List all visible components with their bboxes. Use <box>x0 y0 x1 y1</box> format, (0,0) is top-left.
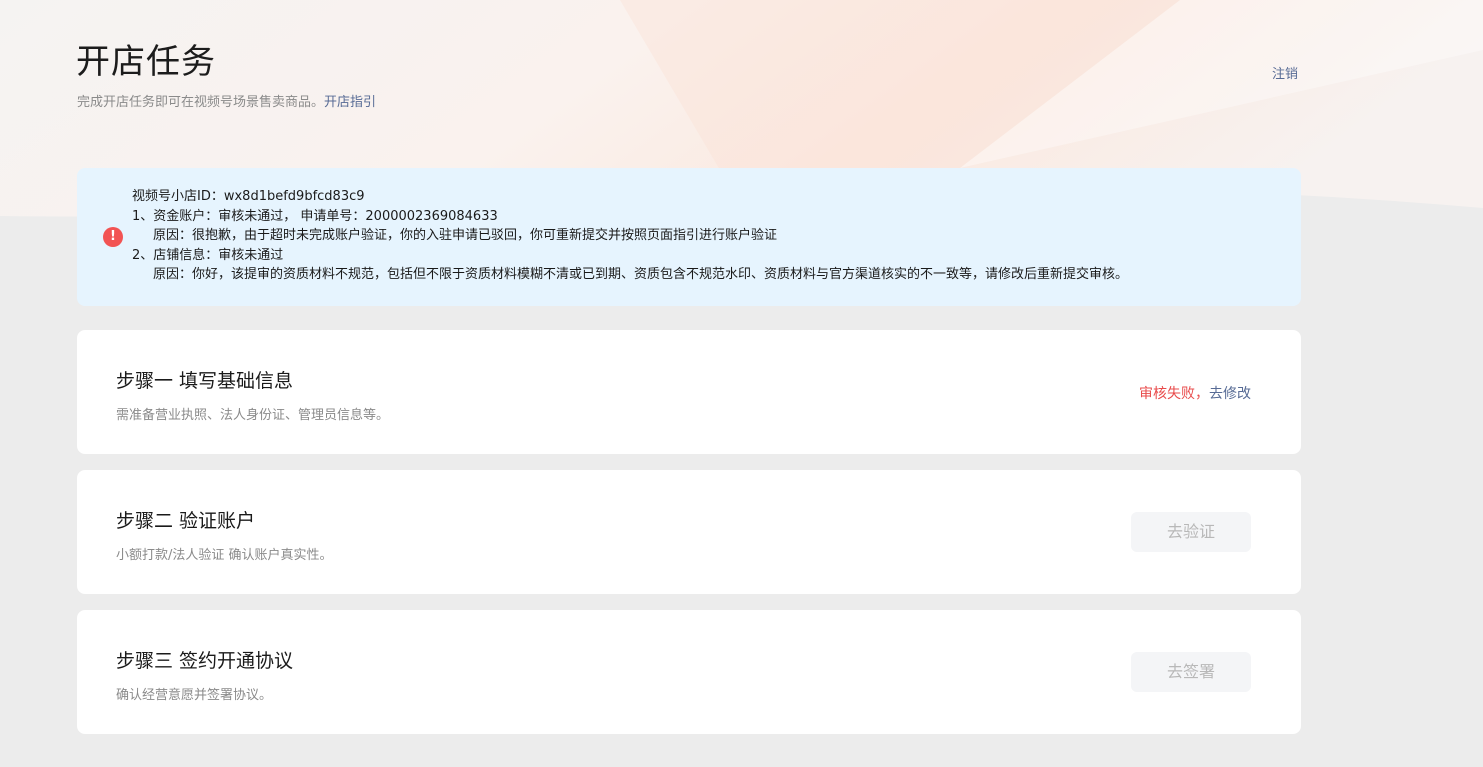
verify-button[interactable]: 去验证 <box>1131 512 1251 552</box>
step-desc: 小额打款/法人验证 确认账户真实性。 <box>116 548 333 563</box>
fund-account-reason: 原因：很抱歉，由于超时未完成账户验证，你的入驻申请已驳回，你可重新提交并按照页面… <box>153 228 778 243</box>
review-alert: ! 视频号小店ID：wx8d1befd9bfcd83c9 1、资金账户：审核未通… <box>77 168 1301 306</box>
exclamation-circle-icon: ! <box>103 227 123 247</box>
guide-link[interactable]: 开店指引 <box>324 95 376 110</box>
edit-link[interactable]: 去修改 <box>1209 386 1251 402</box>
fund-account-status: 1、资金账户：审核未通过， 申请单号：2000002369084633 <box>132 208 498 224</box>
logout-link[interactable]: 注销 <box>1272 63 1298 82</box>
shop-info-status: 2、店铺信息：审核未通过 <box>132 247 284 263</box>
shop-id-line: 视频号小店ID：wx8d1befd9bfcd83c9 <box>132 189 365 204</box>
page-subtitle: 完成开店任务即可在视频号场景售卖商品。开店指引 <box>77 91 376 110</box>
page-title: 开店任务 <box>76 42 216 82</box>
subtitle-text: 完成开店任务即可在视频号场景售卖商品。 <box>77 95 325 110</box>
step-desc: 确认经营意愿并签署协议。 <box>116 688 273 703</box>
step-desc: 需准备营业执照、法人身份证、管理员信息等。 <box>116 408 390 423</box>
sign-button[interactable]: 去签署 <box>1131 652 1251 692</box>
step-card-sign-agreement: 步骤三 签约开通协议 确认经营意愿并签署协议。 去签署 <box>77 610 1301 734</box>
step-title: 步骤二 验证账户 <box>116 510 256 532</box>
step-title: 步骤三 签约开通协议 <box>116 650 294 672</box>
shop-info-reason: 原因：你好，该提审的资质材料不规范，包括但不限于资质材料模糊不清或已到期、资质包… <box>153 267 1129 282</box>
step-card-verify-account: 步骤二 验证账户 小额打款/法人验证 确认账户真实性。 去验证 <box>77 470 1301 594</box>
step-status: 审核失败，去修改 <box>1139 383 1251 403</box>
step-card-basic-info: 步骤一 填写基础信息 需准备营业执照、法人身份证、管理员信息等。 审核失败，去修… <box>77 330 1301 454</box>
alert-content: 视频号小店ID：wx8d1befd9bfcd83c9 1、资金账户：审核未通过，… <box>132 187 1128 285</box>
step-title: 步骤一 填写基础信息 <box>116 370 294 392</box>
status-fail-text: 审核失败， <box>1139 386 1209 402</box>
